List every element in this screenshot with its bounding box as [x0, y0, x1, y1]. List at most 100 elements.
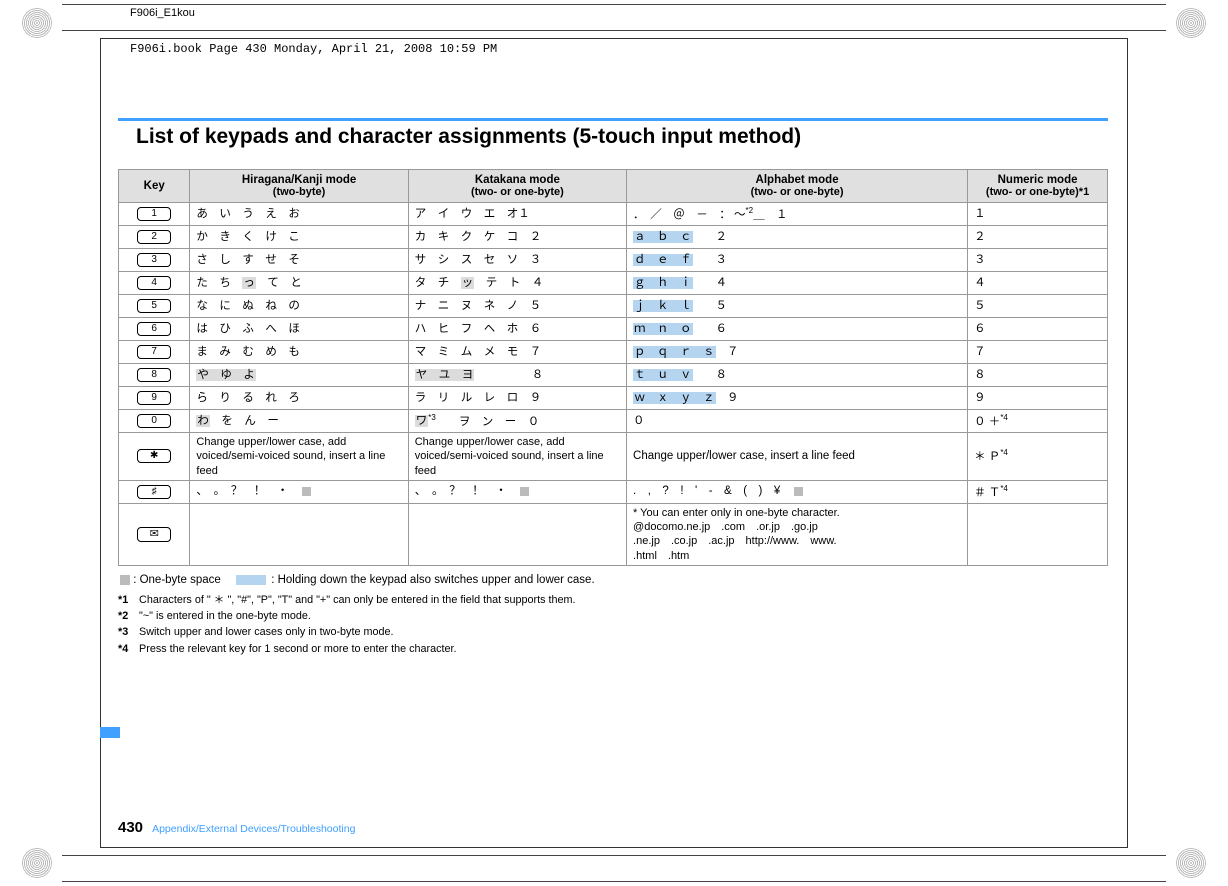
keycap-icon: 5 — [137, 299, 171, 313]
cell-katakana: カ キ ク ケ コ ２ — [408, 226, 626, 249]
table-row: 7 ま み む め もマ ミ ム メ モ ７ ｐ ｑ ｒ ｓ ７７ — [119, 341, 1108, 364]
cell-hiragana: は ひ ふ へ ほ — [190, 318, 408, 341]
keycap-icon: 8 — [137, 368, 171, 382]
cell-katakana: マ ミ ム メ モ ７ — [408, 341, 626, 364]
doc-header: F906i_E1kou — [130, 7, 195, 19]
gray-square-icon — [302, 487, 311, 496]
cell-alphabet: ａ ｂ ｃ ２ — [627, 226, 968, 249]
cell-katakana: 、 。 ？ ！ ・ — [408, 480, 626, 503]
cell-numeric: １ — [968, 203, 1108, 226]
keycap-icon: 6 — [137, 322, 171, 336]
col-alphabet: Alphabet mode (two- or one-byte) — [627, 170, 968, 203]
gray-square-icon — [520, 487, 529, 496]
cell-numeric: ０ ＋*4 — [968, 410, 1108, 433]
cell-hiragana: 、 。 ？ ！ ・ — [190, 480, 408, 503]
legend-onebyte: : One-byte space — [133, 574, 221, 586]
table-row: 6 は ひ ふ へ ほハ ヒ フ ヘ ホ ６ ｍ ｎ ｏ ６６ — [119, 318, 1108, 341]
cell-hiragana: あ い う え お — [190, 203, 408, 226]
crop-rule — [62, 4, 1166, 5]
col-katakana: Katakana mode (two- or one-byte) — [408, 170, 626, 203]
legend-holding: : Holding down the keypad also switches … — [271, 574, 594, 586]
cell-hiragana: か き く け こ — [190, 226, 408, 249]
cell-hiragana: や ゆ よ — [190, 364, 408, 387]
page-content: List of keypads and character assignment… — [118, 118, 1108, 657]
crop-rule — [62, 881, 1166, 882]
mail-key-icon — [137, 527, 171, 542]
cell-numeric: ８ — [968, 364, 1108, 387]
cell-katakana: ア イ ウ エ オ１ — [408, 203, 626, 226]
section-name: Appendix/External Devices/Troubleshootin… — [152, 823, 355, 835]
cell-katakana: ワ*3 ヲ ン ー ０ — [408, 410, 626, 433]
crop-rule — [62, 30, 1166, 31]
legend: : One-byte space : Holding down the keyp… — [118, 574, 1108, 586]
gray-square-icon — [794, 487, 803, 496]
table-row: 5 な に ぬ ね のナ ニ ヌ ネ ノ ５ ｊ ｋ ｌ ５５ — [119, 295, 1108, 318]
page-title: List of keypads and character assignment… — [136, 125, 1108, 149]
footnotes: *1 Characters of " ＊ ", "#", "P", "T" an… — [118, 592, 1108, 657]
cell-hiragana: さ し す せ そ — [190, 249, 408, 272]
cell-alphabet-note: * You can enter only in one-byte charact… — [627, 503, 968, 565]
keycap-icon: 9 — [137, 391, 171, 405]
cell-numeric: ＃ Ｔ*4 — [968, 480, 1108, 503]
cell-alphabet: ． ／ ＠ － ： ～*2＿ １ — [627, 203, 968, 226]
table-row: 9 ら り る れ ろラ リ ル レ ロ ９ ｗ ｘ ｙ ｚ ９９ — [119, 387, 1108, 410]
cell-hiragana: ま み む め も — [190, 341, 408, 364]
cell-alphabet: ｊ ｋ ｌ ５ — [627, 295, 968, 318]
blue-swatch-icon — [236, 575, 266, 585]
cell-numeric: ６ — [968, 318, 1108, 341]
cell-numeric: ９ — [968, 387, 1108, 410]
keypad-table: Key Hiragana/Kanji mode (two-byte) Katak… — [118, 169, 1108, 566]
cell-hiragana: な に ぬ ね の — [190, 295, 408, 318]
keycap-icon: 4 — [137, 276, 171, 290]
col-hiragana: Hiragana/Kanji mode (two-byte) — [190, 170, 408, 203]
keycap-icon: ♯ — [137, 485, 171, 499]
cell-katakana: ラ リ ル レ ロ ９ — [408, 387, 626, 410]
table-row: 4た ち っ て とタ チ ッ テ ト ４ ｇ ｈ ｉ ４４ — [119, 272, 1108, 295]
cell-katakana: ナ ニ ヌ ネ ノ ５ — [408, 295, 626, 318]
table-row: 1あ い う え おア イ ウ エ オ１． ／ ＠ － ： ～*2＿ １１ — [119, 203, 1108, 226]
cell-numeric: ＊ Ｐ*4 — [968, 433, 1108, 481]
cell-katakana: Change upper/lower case, add voiced/semi… — [408, 433, 626, 481]
col-numeric: Numeric mode (two- or one-byte)*1 — [968, 170, 1108, 203]
cell-hiragana: Change upper/lower case, add voiced/semi… — [190, 433, 408, 481]
table-row: * You can enter only in one-byte charact… — [119, 503, 1108, 565]
cell-numeric: ３ — [968, 249, 1108, 272]
cell-alphabet: ｐ ｑ ｒ ｓ ７ — [627, 341, 968, 364]
cell-alphabet: . , ? ! ' - & ( ) ¥ — [627, 480, 968, 503]
cell-alphabet: ｍ ｎ ｏ ６ — [627, 318, 968, 341]
cell-numeric: ５ — [968, 295, 1108, 318]
table-row: 3 さ し す せ そサ シ ス セ ソ ３ ｄ ｅ ｆ ３３ — [119, 249, 1108, 272]
cell-alphabet: ｄ ｅ ｆ ３ — [627, 249, 968, 272]
keycap-icon: 3 — [137, 253, 171, 267]
table-row: ✱ Change upper/lower case, add voiced/sem… — [119, 433, 1108, 481]
col-key: Key — [119, 170, 190, 203]
cell-katakana: ハ ヒ フ ヘ ホ ６ — [408, 318, 626, 341]
print-mark-icon — [22, 848, 52, 878]
cell-numeric: ７ — [968, 341, 1108, 364]
table-row: 8 や ゆ よヤ ユ ヨ ８ ｔ ｕ ｖ ８８ — [119, 364, 1108, 387]
crop-rule — [62, 855, 1166, 856]
table-row: 2 か き く け こカ キ ク ケ コ ２ ａ ｂ ｃ ２２ — [119, 226, 1108, 249]
page-footer: 430 Appendix/External Devices/Troublesho… — [118, 819, 355, 836]
cell-katakana: タ チ ッ テ ト ４ — [408, 272, 626, 295]
book-meta: F906i.book Page 430 Monday, April 21, 20… — [130, 42, 497, 56]
keycap-icon: 7 — [137, 345, 171, 359]
cell-alphabet: ｔ ｕ ｖ ８ — [627, 364, 968, 387]
cell-alphabet: ｗ ｘ ｙ ｚ ９ — [627, 387, 968, 410]
print-mark-icon — [1176, 8, 1206, 38]
cell-katakana: サ シ ス セ ソ ３ — [408, 249, 626, 272]
cell-hiragana: わ を ん ー — [190, 410, 408, 433]
cell-alphabet: Change upper/lower case, insert a line f… — [627, 433, 968, 481]
title-bar: List of keypads and character assignment… — [118, 118, 1108, 149]
cell-alphabet: ｇ ｈ ｉ ４ — [627, 272, 968, 295]
cell-hiragana: ら り る れ ろ — [190, 387, 408, 410]
keycap-icon: 0 — [137, 414, 171, 428]
print-mark-icon — [1176, 848, 1206, 878]
keycap-icon: ✱ — [137, 449, 171, 463]
cell-numeric: ２ — [968, 226, 1108, 249]
page-number: 430 — [118, 819, 143, 836]
cell-katakana: ヤ ユ ヨ ８ — [408, 364, 626, 387]
table-row: ♯ 、 。 ？ ！ ・ 、 。 ？ ！ ・ . , ? ! ' - & ( ) ¥… — [119, 480, 1108, 503]
keycap-icon: 2 — [137, 230, 171, 244]
cell-numeric: ４ — [968, 272, 1108, 295]
